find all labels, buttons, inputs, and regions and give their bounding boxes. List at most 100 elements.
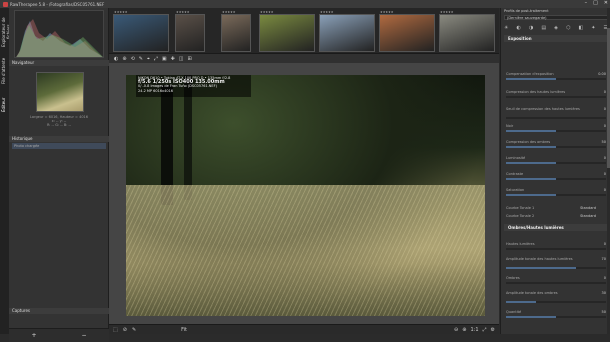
slider[interactable] (506, 194, 606, 196)
section-exposure-header[interactable]: Exposition (504, 35, 608, 42)
left-panel: Navigateur Largeur = 6016, Hauteur = 401… (9, 8, 109, 342)
filmstrip-thumb[interactable]: ★★★★★ (439, 10, 495, 52)
toolbar-icon[interactable]: ▣ (162, 56, 167, 62)
row-value[interactable]: 0 (604, 107, 606, 111)
status-icon[interactable]: ✎ (132, 327, 136, 333)
history-item[interactable]: Photo chargée (12, 143, 106, 149)
toolbar-icon[interactable]: ◐ (114, 56, 118, 62)
maximize-button[interactable]: □ (593, 0, 598, 6)
add-snapshot-button[interactable]: + (31, 332, 36, 339)
image-canvas[interactable]: NIKON D610 • Tokina AT-X 100 PRO D • 135… (109, 63, 499, 324)
slider[interactable] (506, 78, 606, 80)
window-controls: – □ ✕ (585, 0, 608, 6)
slider-fill (506, 162, 556, 164)
grass-area (126, 185, 485, 316)
filmstrip-thumb[interactable]: ★★★★★ (319, 10, 375, 52)
snapshots-header[interactable]: Captures (9, 308, 109, 314)
nav-rgb: R: -- G: -- B: -- (46, 123, 72, 127)
slider[interactable] (506, 117, 606, 119)
tab-local-icon[interactable]: ◧ (578, 25, 583, 31)
thumb-rating: ★★★★★ (114, 10, 128, 14)
thumb-rating: ★★★★★ (176, 10, 190, 14)
toolbar-icon[interactable]: ⊞ (188, 56, 192, 62)
editor-toolbar: ◐ ⊕ ⟲ ✎ ⌖ ⤢ ▣ ✚ ◫ ⊞ (109, 54, 499, 63)
vertical-tab-bar: Explorateur de fichiers File d'attente É… (0, 8, 11, 334)
slider[interactable] (506, 282, 606, 284)
tab-raw-icon[interactable]: ⬡ (566, 25, 570, 31)
tab-detail-icon[interactable]: ◐ (517, 25, 521, 31)
slider-fill (506, 130, 556, 132)
zoom-out-button[interactable]: ⊖ (454, 327, 458, 333)
toolbar-icon[interactable]: ◫ (179, 56, 184, 62)
zoom-fit-button[interactable]: ⤢ (483, 327, 487, 333)
row-value[interactable]: 0.00 (598, 72, 606, 76)
navigator-header[interactable]: Navigateur (9, 60, 109, 66)
row-label: Compression des ombres (506, 140, 551, 144)
status-icon[interactable]: ⊘ (123, 327, 127, 333)
row-value[interactable]: 0 (604, 90, 606, 94)
filmstrip-thumb[interactable]: ★★★★★ (259, 10, 315, 52)
minimize-button[interactable]: – (585, 0, 588, 6)
slider[interactable] (506, 316, 606, 318)
tab-advanced-icon[interactable]: ▤ (541, 25, 546, 31)
settings-icon[interactable]: ⚙ (491, 327, 495, 333)
filmstrip-thumb[interactable]: ★★★★★ (379, 10, 435, 52)
row-value[interactable]: 70 (602, 257, 606, 261)
slider-fill (506, 267, 576, 269)
curve1-mode[interactable]: Standard (580, 206, 596, 210)
filmstrip-thumb[interactable]: ★★★★★ (221, 10, 251, 52)
filmstrip-thumb[interactable]: ★★★★★ (113, 10, 169, 52)
slider-fill (506, 178, 556, 180)
zoom-level[interactable]: Fit (181, 327, 187, 333)
toolbar-icon[interactable]: ✎ (139, 56, 143, 62)
slider[interactable] (506, 146, 606, 148)
status-icon[interactable]: ⬚ (113, 327, 118, 333)
histogram-graph (16, 19, 103, 57)
toolbar-icon[interactable]: ✚ (171, 56, 175, 62)
tab-queue[interactable]: File d'attente (1, 56, 8, 86)
tab-file-browser[interactable]: Explorateur de fichiers (1, 12, 11, 52)
row-value[interactable]: 0 (604, 124, 606, 128)
filmstrip-thumb[interactable]: ★★★★★ (175, 10, 205, 52)
toolbar-icon[interactable]: ⊕ (122, 56, 126, 62)
tab-color-icon[interactable]: ◑ (529, 25, 533, 31)
row-value[interactable]: 0 (604, 242, 606, 246)
row-value[interactable]: 50 (602, 310, 606, 314)
row-label: Compression des hautes lumières (506, 90, 566, 94)
slider[interactable] (506, 267, 606, 269)
slider[interactable] (506, 162, 606, 164)
slider[interactable] (506, 301, 606, 303)
row-value[interactable]: 0 (604, 172, 606, 176)
history-header[interactable]: Historique (9, 136, 109, 142)
tab-editor[interactable]: Éditeur (1, 90, 8, 120)
row-value[interactable]: 30 (602, 291, 606, 295)
photo-preview[interactable] (126, 75, 485, 316)
row-label: Luminosité (506, 156, 526, 160)
row-value[interactable]: 0 (604, 156, 606, 160)
row-label: Ombres (506, 276, 520, 280)
close-button[interactable]: ✕ (604, 0, 608, 6)
row-value[interactable]: 0 (604, 188, 606, 192)
slider[interactable] (506, 178, 606, 180)
toolbar-icon[interactable]: ⟲ (131, 56, 135, 62)
navigator-preview[interactable] (36, 72, 84, 112)
navigator-meta: Largeur = 6016, Hauteur = 4016 x: -- y: … (12, 115, 106, 127)
curve2-mode[interactable]: Standard (580, 214, 596, 218)
slider[interactable] (506, 248, 606, 250)
zoom-in-button[interactable]: ⊕ (462, 327, 466, 333)
section-shadows-highlights-header[interactable]: Ombres/Hautes lumières (504, 224, 608, 231)
tab-favorites-icon[interactable]: ✦ (591, 25, 595, 31)
profile-select[interactable]: (Dernière sauvegarde) (504, 15, 608, 20)
tab-exposure-icon[interactable]: ☀ (504, 25, 508, 31)
row-value[interactable]: 50 (602, 140, 606, 144)
toolbar-icon[interactable]: ⌖ (147, 56, 150, 62)
slider[interactable] (506, 96, 606, 98)
slider[interactable] (506, 130, 606, 132)
tab-transform-icon[interactable]: ◈ (554, 25, 558, 31)
row-label: Amplitude tonale des hautes lumières (506, 257, 573, 261)
window-title: RawTherapee 5.8 - /Fotografias/DSC05761.… (10, 1, 105, 7)
zoom-100-button[interactable]: 1:1 (470, 327, 478, 333)
remove-snapshot-button[interactable]: − (81, 332, 86, 339)
toolbar-icon[interactable]: ⤢ (154, 56, 158, 62)
row-value[interactable]: 0 (604, 276, 606, 280)
